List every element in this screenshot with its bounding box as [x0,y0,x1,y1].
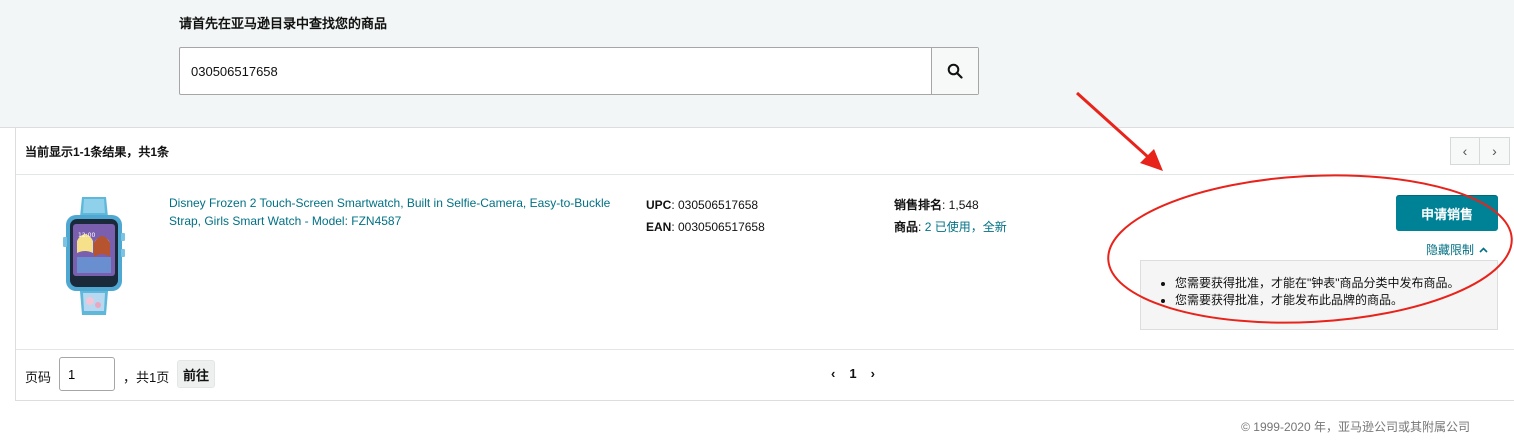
search-box [179,47,979,95]
footer-copyright: © 1999-2020 年，亚马逊公司或其附属公司 [1241,420,1470,434]
sales-rank-line: 销售排名: 1,548 [894,194,1007,216]
results-prev-button[interactable]: ‹ [1450,137,1480,165]
results-count: 当前显示1-1条结果，共1条 [25,145,170,159]
offers-line: 商品: 2 已使用，全新 [894,216,1007,238]
hide-restrictions-label: 隐藏限制 [1426,243,1475,257]
chevron-right-icon: › [1492,143,1497,159]
page-label: 页码 [25,370,52,385]
upc-line: UPC: 030506517658 [646,194,765,216]
results-pager: ‹ › [1450,137,1510,165]
go-to-page-button[interactable]: 前往 [177,360,216,388]
upc-value: : 030506517658 [671,198,759,212]
product-image[interactable]: 12:00 [44,191,144,319]
page-prev-button[interactable]: ‹ [831,366,835,381]
results-header: 当前显示1-1条结果，共1条 ‹ › [16,128,1514,175]
ean-label: EAN [646,220,672,234]
chevron-up-icon [1479,246,1488,253]
hide-restrictions-toggle[interactable]: 隐藏限制 [1426,241,1488,258]
sales-info: 销售排名: 1,548 商品: 2 已使用，全新 [894,194,1007,238]
restrictions-box: 您需要获得批准，才能在"钟表"商品分类中发布商品。 您需要获得批准，才能发布此品… [1140,260,1498,330]
offers-label: 商品 [894,220,919,234]
restriction-item: 您需要获得批准，才能在"钟表"商品分类中发布商品。 [1175,275,1497,292]
search-input[interactable] [180,48,931,94]
svg-text:12:00: 12:00 [78,232,95,239]
sales-rank-label: 销售排名 [894,198,943,212]
ean-value: : 0030506517658 [671,220,765,234]
ean-line: EAN: 0030506517658 [646,216,765,238]
search-section: 请首先在亚马逊目录中查找您的商品 [0,0,1514,128]
product-title-link[interactable]: Disney Frozen 2 Touch-Screen Smartwatch,… [169,194,619,230]
page-navigation: ‹ 1 › [831,366,875,381]
search-button[interactable] [931,48,978,94]
search-title: 请首先在亚马逊目录中查找您的商品 [179,16,388,31]
offers-used-link[interactable]: 2 已使用 [925,220,971,234]
product-identifiers: UPC: 030506517658 EAN: 0030506517658 [646,194,765,238]
search-icon [947,63,963,79]
page-next-button[interactable]: › [871,366,875,381]
restriction-item: 您需要获得批准，才能发布此品牌的商品。 [1175,292,1497,309]
page-current[interactable]: 1 [849,366,856,381]
product-row: 12:00 Disney Frozen 2 Touch-Screen Smart… [16,175,1514,350]
chevron-left-icon: ‹ [1462,143,1468,159]
sales-rank-value: : 1,548 [942,198,979,212]
offers-new-link[interactable]: 全新 [983,220,1007,234]
offers-comma: ， [970,220,983,234]
page-total: ，共1页 [123,370,170,385]
page-number-input[interactable] [59,357,115,391]
pagination-bar: 页码 ，共1页 前往 ‹ 1 › [16,350,1514,400]
apply-to-sell-button[interactable]: 申请销售 [1396,195,1498,231]
restrictions-list: 您需要获得批准，才能在"钟表"商品分类中发布商品。 您需要获得批准，才能发布此品… [1159,275,1497,309]
results-panel: 当前显示1-1条结果，共1条 ‹ › 12:00 Disney Frozen 2… [15,128,1514,401]
results-next-button[interactable]: › [1480,137,1510,165]
upc-label: UPC [646,198,672,212]
offers-sep: : [918,220,925,234]
